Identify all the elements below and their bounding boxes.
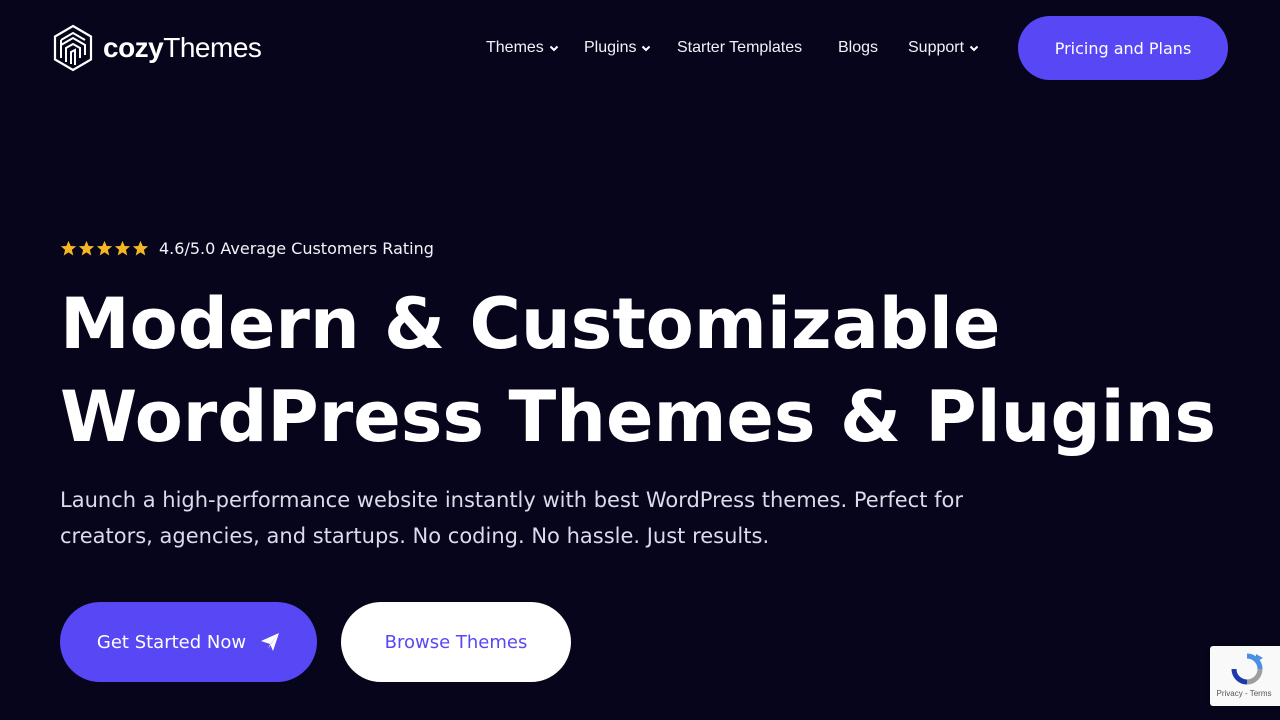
recaptcha-badge[interactable]: Privacy - Terms [1210,646,1280,706]
nav-item-blogs[interactable]: Blogs [838,36,878,60]
cube-logo-icon [53,24,93,72]
rating-text: 4.6/5.0 Average Customers Rating [159,238,434,258]
star-icon [96,240,113,255]
chevron-down-icon [969,45,979,52]
pricing-and-plans-button[interactable]: Pricing and Plans [1018,16,1228,80]
hero-title-line-1: Modern & Customizable [60,283,1001,365]
hero-subtitle-line-1: Launch a high-performance website instan… [60,488,963,512]
nav-item-themes[interactable]: Themes [486,36,559,60]
browse-themes-label: Browse Themes [384,631,528,653]
brand-name: cozyThemes [103,32,262,63]
hero-title: Modern & Customizable WordPress Themes &… [60,278,1260,464]
site-logo[interactable]: cozyThemes [52,24,262,72]
nav-item-support[interactable]: Support [908,36,979,60]
nav-item-label: Plugins [584,39,637,56]
nav-item-label: Blogs [838,39,879,56]
star-icon [60,240,77,255]
nav-item-label: Support [908,39,965,56]
hero-subtitle: Launch a high-performance website instan… [60,482,1060,554]
star-icon [114,240,131,255]
star-icon [132,240,149,255]
get-started-button[interactable]: Get Started Now [60,602,317,682]
chevron-down-icon [642,45,651,52]
nav-item-starter-templates[interactable]: Starter Templates [677,36,802,60]
chevron-down-icon [549,45,559,52]
recaptcha-separator: - [1242,689,1250,698]
nav-item-label: Starter Templates [677,39,803,56]
hero-title-line-2: WordPress Themes & Plugins [60,376,1217,458]
hero-subtitle-line-2: creators, agencies, and startups. No cod… [60,524,770,548]
star-icon [78,240,95,255]
nav-item-plugins[interactable]: Plugins [584,36,651,60]
brand-name-light: Themes [163,32,262,63]
paper-plane-icon [261,633,280,651]
site-header: cozyThemes Themes Plugins Starter Templa… [0,0,1280,96]
get-started-label: Get Started Now [96,631,247,653]
rating-stars [60,240,149,257]
recaptcha-terms-link[interactable]: Terms [1250,689,1272,698]
recaptcha-links: Privacy - Terms [1217,689,1272,698]
nav-item-label: Themes [486,39,544,56]
customer-rating: 4.6/5.0 Average Customers Rating [60,236,434,260]
recaptcha-icon [1231,653,1263,685]
recaptcha-privacy-link[interactable]: Privacy [1217,689,1243,698]
brand-name-bold: cozy [103,32,164,63]
browse-themes-button[interactable]: Browse Themes [341,602,571,682]
